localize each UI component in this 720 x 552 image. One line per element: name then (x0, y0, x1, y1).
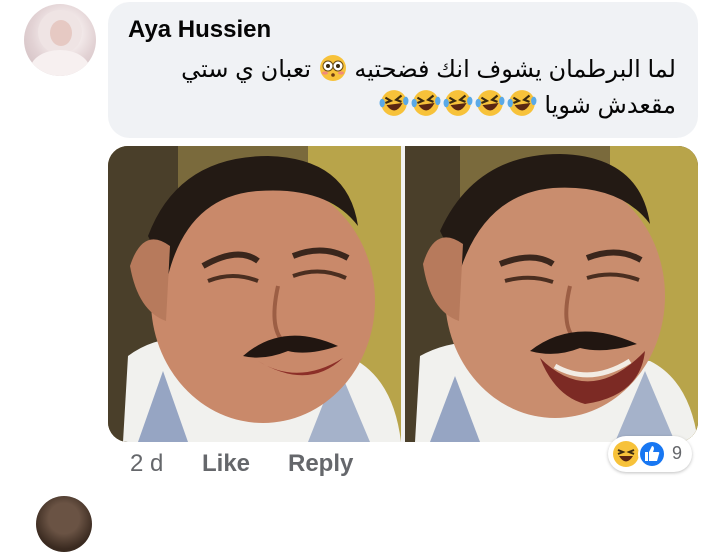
laughing-crying-emoji-icon (411, 90, 441, 116)
comment-text-line-1-start: لما البرطمان يشوف انك فضحتيه (354, 56, 676, 83)
comment-text-line-2-start: مقعدش شويا (544, 92, 676, 119)
laughing-crying-emoji-icon (379, 90, 409, 116)
laugh-emoji-row (378, 90, 538, 119)
laughing-crying-emoji-icon (475, 90, 505, 116)
laughing-emoji-icon (613, 441, 639, 467)
like-thumb-icon (638, 440, 666, 468)
laughing-crying-emoji-icon (443, 90, 473, 116)
comment-timestamp[interactable]: 2 d (130, 450, 163, 478)
reply-button[interactable]: Reply (288, 450, 353, 478)
comment-bubble: Aya Hussien لما البرطمان يشوف انك فضحتيه… (108, 2, 698, 138)
comment-text: لما البرطمان يشوف انك فضحتيه تعبان ي ستي… (136, 52, 676, 124)
comment-text-line-2: مقعدش شويا (136, 88, 676, 124)
comment-text-line-1: لما البرطمان يشوف انك فضحتيه تعبان ي ستي (136, 52, 676, 88)
avatar-face (50, 20, 72, 46)
reaction-summary[interactable]: 9 (608, 436, 692, 472)
avatar-torso (30, 50, 90, 76)
flushed-face-icon (319, 55, 346, 81)
meme-panel-right (405, 146, 698, 442)
like-button[interactable]: Like (202, 450, 250, 478)
comment-author[interactable]: Aya Hussien (128, 16, 271, 44)
next-commenter-avatar[interactable] (36, 496, 92, 552)
meme-image[interactable] (108, 146, 698, 442)
laughing-crying-emoji-icon (507, 90, 537, 116)
meme-panel-left (108, 146, 401, 442)
comment-text-line-1-end: تعبان ي ستي (181, 56, 312, 83)
commenter-avatar[interactable] (24, 4, 96, 76)
reaction-count: 9 (672, 443, 683, 463)
